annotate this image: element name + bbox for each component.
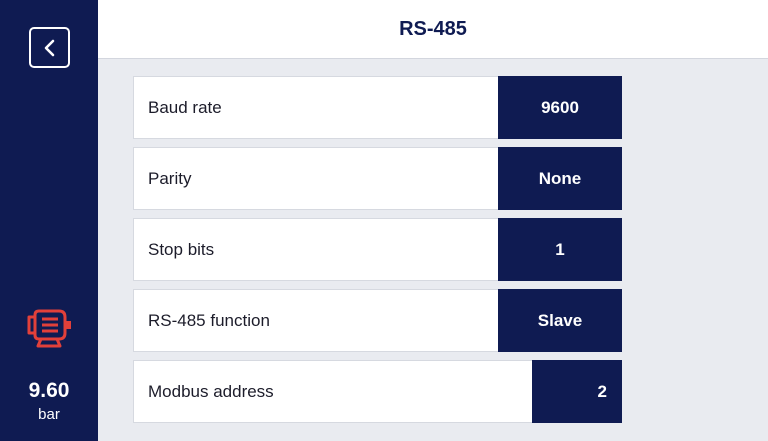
pressure-value: 9.60 <box>28 379 70 402</box>
setting-row-modbus-address[interactable]: Modbus address 2 <box>133 360 622 423</box>
back-button[interactable] <box>29 27 70 68</box>
setting-row-stop-bits[interactable]: Stop bits 1 <box>133 218 622 281</box>
header: RS-485 <box>98 0 768 59</box>
setting-value-button[interactable]: 1 <box>498 218 622 281</box>
settings-list: Baud rate 9600 Parity None Stop bits 1 R… <box>133 76 622 431</box>
chevron-left-icon <box>44 39 54 56</box>
setting-value-button[interactable]: 9600 <box>498 76 622 139</box>
setting-value-button[interactable]: Slave <box>498 289 622 352</box>
pressure-unit: bar <box>38 406 60 423</box>
setting-row-parity[interactable]: Parity None <box>133 147 622 210</box>
pressure-readout: 9.60 bar <box>0 377 98 425</box>
motor-icon <box>27 309 71 348</box>
setting-value-button[interactable]: None <box>498 147 622 210</box>
setting-row-baud-rate[interactable]: Baud rate 9600 <box>133 76 622 139</box>
sidebar: 9.60 bar <box>0 0 98 441</box>
setting-row-rs485-function[interactable]: RS-485 function Slave <box>133 289 622 352</box>
setting-value-button[interactable]: 2 <box>532 360 622 423</box>
page-title: RS-485 <box>399 17 467 40</box>
